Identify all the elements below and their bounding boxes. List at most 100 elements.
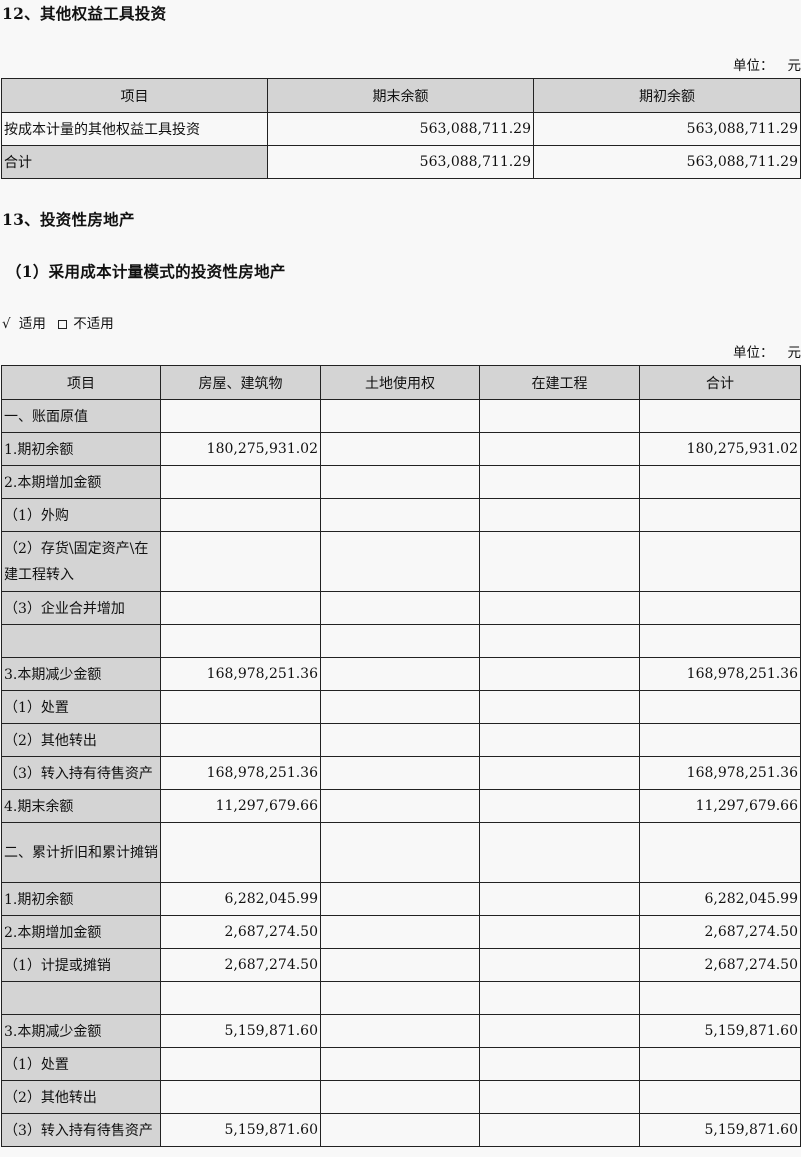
cell-land-use-right — [320, 498, 480, 532]
cell-buildings: 5,159,871.60 — [160, 1014, 321, 1048]
cell-construction — [479, 657, 640, 691]
cell-total: 5,159,871.60 — [639, 1113, 801, 1147]
header-begin-balance: 期初余额 — [533, 78, 801, 113]
cell-land-use-right — [320, 1047, 480, 1081]
row-label: 1.期初余额 — [1, 432, 161, 466]
cell-land-use-right — [320, 1113, 480, 1147]
row-label: 2.本期增加金额 — [1, 465, 161, 499]
table-row — [1, 981, 801, 1015]
cell-construction — [479, 399, 640, 433]
empty-checkbox-icon — [58, 319, 68, 329]
cell-buildings — [160, 591, 321, 625]
row-label: 3.本期减少金额 — [1, 657, 161, 691]
cell-construction — [479, 1014, 640, 1048]
cell-buildings: 6,282,045.99 — [160, 882, 321, 916]
row-label: 1.期初余额 — [1, 882, 161, 916]
cell-construction — [479, 498, 640, 532]
not-applicable-label: 不适用 — [73, 316, 114, 332]
row-label: 2.本期增加金额 — [1, 915, 161, 949]
cell-construction — [479, 822, 640, 883]
table-row — [1, 624, 801, 658]
cell-begin-balance: 563,088,711.29 — [533, 112, 801, 146]
cell-buildings: 2,687,274.50 — [160, 948, 321, 982]
unit-label-13: 单位：元 — [733, 345, 801, 361]
cell-land-use-right — [320, 531, 480, 592]
cell-total — [639, 399, 801, 433]
cell-buildings — [160, 723, 321, 757]
cell-construction — [479, 1080, 640, 1114]
header-buildings: 房屋、建筑物 — [160, 365, 321, 400]
row-label — [1, 981, 161, 1015]
cell-land-use-right — [320, 915, 480, 949]
cell-construction — [479, 624, 640, 658]
table-row: 一、账面原值 — [1, 399, 801, 433]
cell-buildings — [160, 822, 321, 883]
cell-buildings — [160, 531, 321, 592]
cell-total — [639, 591, 801, 625]
cell-buildings — [160, 624, 321, 658]
section-13-heading: 13、投资性房地产 — [2, 210, 135, 229]
cell-land-use-right — [320, 882, 480, 916]
cell-buildings — [160, 399, 321, 433]
row-label: （2）其他转出 — [1, 723, 161, 757]
row-label: 一、账面原值 — [1, 399, 161, 433]
cell-land-use-right — [320, 591, 480, 625]
row-label: （3）转入持有待售资产 — [1, 1113, 161, 1147]
table-row: （1）处置 — [1, 690, 801, 724]
cell-total: 11,297,679.66 — [639, 789, 801, 823]
cell-buildings — [160, 1047, 321, 1081]
cell-total: 168,978,251.36 — [639, 756, 801, 790]
header-construction: 在建工程 — [479, 365, 640, 400]
table-row: 3.本期减少金额 168,978,251.36 168,978,251.36 — [1, 657, 801, 691]
header-land-use-right: 土地使用权 — [320, 365, 480, 400]
cell-construction — [479, 948, 640, 982]
cell-total — [639, 690, 801, 724]
row-label: （3）企业合并增加 — [1, 591, 161, 625]
table-row: 2.本期增加金额 2,687,274.50 2,687,274.50 — [1, 915, 801, 949]
table-row: （2）其他转出 — [1, 1080, 801, 1114]
cell-construction — [479, 1113, 640, 1147]
cell-total: 2,687,274.50 — [639, 948, 801, 982]
cell-construction — [479, 789, 640, 823]
cell-buildings — [160, 690, 321, 724]
cell-total — [639, 465, 801, 499]
cell-total — [639, 531, 801, 592]
table-row: 合计 563,088,711.29 563,088,711.29 — [1, 145, 801, 179]
cell-construction — [479, 723, 640, 757]
cell-buildings: 11,297,679.66 — [160, 789, 321, 823]
cell-land-use-right — [320, 948, 480, 982]
cell-total: 168,978,251.36 — [639, 657, 801, 691]
cell-total — [639, 1080, 801, 1114]
applicability-line: √ 适用 不适用 — [2, 312, 114, 332]
cell-construction — [479, 915, 640, 949]
cell-land-use-right — [320, 789, 480, 823]
cell-land-use-right — [320, 657, 480, 691]
header-item: 项目 — [1, 365, 161, 400]
row-label: 二、累计折旧和累计摊销 — [1, 822, 161, 883]
check-mark: √ — [2, 316, 11, 332]
cell-construction — [479, 465, 640, 499]
cell-end-balance: 563,088,711.29 — [267, 112, 534, 146]
cell-construction — [479, 756, 640, 790]
table-row: （3）企业合并增加 — [1, 591, 801, 625]
cell-construction — [479, 981, 640, 1015]
cell-total — [639, 624, 801, 658]
table-row: （3）转入持有待售资产 168,978,251.36 168,978,251.36 — [1, 756, 801, 790]
cell-land-use-right — [320, 624, 480, 658]
cell-land-use-right — [320, 690, 480, 724]
cell-construction — [479, 882, 640, 916]
table-row: 按成本计量的其他权益工具投资 563,088,711.29 563,088,71… — [1, 112, 801, 146]
row-label: （1）计提或摊销 — [1, 948, 161, 982]
cell-end-balance: 563,088,711.29 — [267, 145, 534, 179]
header-item: 项目 — [1, 78, 268, 113]
table-row: （3）转入持有待售资产 5,159,871.60 5,159,871.60 — [1, 1113, 801, 1147]
cell-buildings: 5,159,871.60 — [160, 1113, 321, 1147]
table-row: （1）计提或摊销 2,687,274.50 2,687,274.50 — [1, 948, 801, 982]
cell-construction — [479, 432, 640, 466]
table-row: 4.期末余额 11,297,679.66 11,297,679.66 — [1, 789, 801, 823]
equity-investment-table: 项目 期末余额 期初余额 按成本计量的其他权益工具投资 563,088,711.… — [1, 78, 801, 179]
cell-total — [639, 723, 801, 757]
cell-construction — [479, 1047, 640, 1081]
cell-total — [639, 1047, 801, 1081]
table-row: （2）存货\固定资产\在建工程转入 — [1, 531, 801, 592]
